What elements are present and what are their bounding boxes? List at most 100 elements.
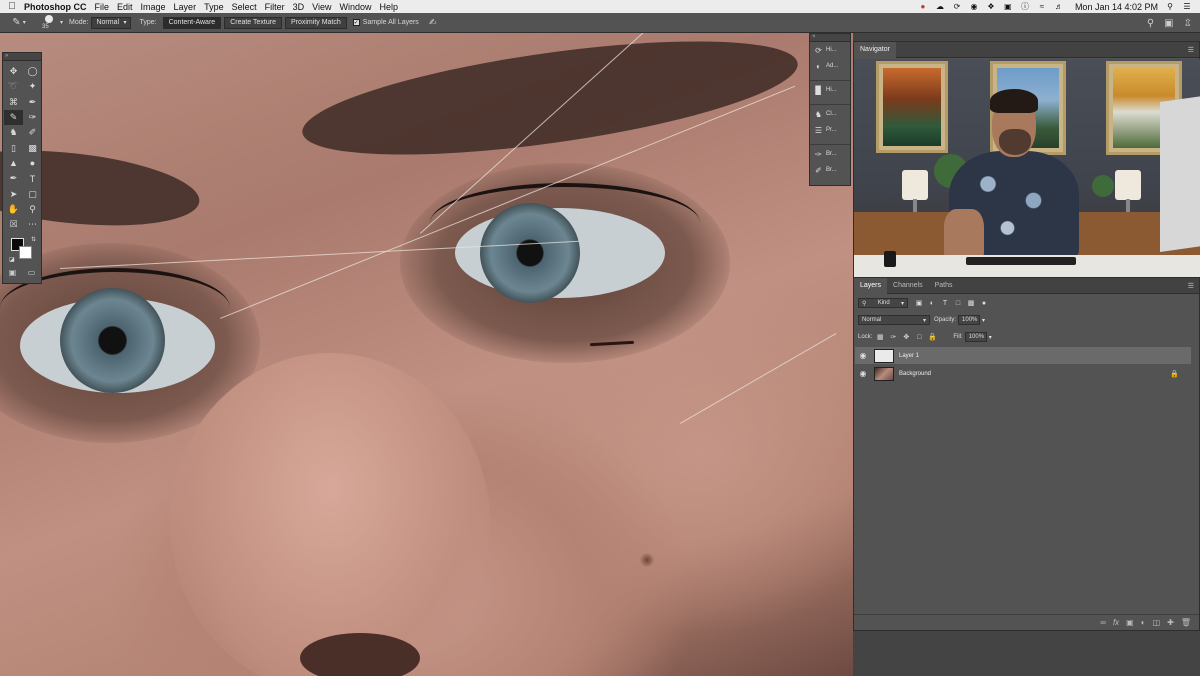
eyedropper-tool-icon[interactable]: ✒ — [23, 95, 42, 110]
menu-window[interactable]: Window — [339, 2, 371, 12]
background-color[interactable] — [19, 246, 32, 260]
pressure-size-icon[interactable]: ✍ — [429, 17, 437, 28]
dropbox-icon[interactable]: ❖ — [986, 2, 996, 11]
default-colors-icon[interactable]: ◪ — [9, 256, 15, 263]
fill-input[interactable]: 100% — [964, 332, 987, 342]
dock-brush-settings[interactable]: ✑ Br... — [810, 146, 850, 162]
lock-transparent-icon[interactable]: ▦ — [875, 332, 885, 342]
history-brush-tool-icon[interactable]: ✐ — [23, 125, 42, 140]
screen-mode-icon[interactable]: ▭ — [28, 268, 36, 277]
layer-mask-icon[interactable]: ▣ — [1126, 618, 1134, 627]
filter-smart-object-icon[interactable]: ▩ — [966, 298, 976, 308]
share-icon[interactable]: ⇫ — [1184, 18, 1192, 29]
chevron-down-icon[interactable]: ▾ — [982, 317, 985, 324]
menu-edit[interactable]: Edit — [117, 2, 133, 12]
apple-icon[interactable]:  — [0, 1, 24, 12]
lasso-tool-icon[interactable]: ➰ — [4, 79, 23, 94]
screen-icon[interactable]: ▣ — [1003, 2, 1013, 11]
crop-tool-icon[interactable]: ⌘ — [4, 95, 23, 110]
tab-channels[interactable]: Channels — [887, 278, 929, 294]
filter-type-icon[interactable]: T — [940, 298, 950, 308]
spotlight-icon[interactable]: ⚲ — [1165, 2, 1175, 11]
type-tool-icon[interactable]: T — [23, 171, 42, 186]
visibility-eye-icon[interactable]: ◉ — [855, 369, 871, 378]
tool-preset-picker[interactable]: ✎ ▾ — [4, 15, 34, 31]
filter-shape-icon[interactable]: □ — [953, 298, 963, 308]
dock-histogram[interactable]: ▉ Hi... — [810, 82, 850, 98]
dock-properties[interactable]: ☰ Pr... — [810, 122, 850, 138]
brush-tool-icon[interactable]: ✑ — [23, 110, 42, 125]
workspace-icon[interactable]: ▣ — [1164, 18, 1173, 29]
notification-center-icon[interactable]: ☰ — [1182, 2, 1192, 11]
more-tools-icon[interactable]: ⋯ — [23, 217, 42, 232]
filter-pixel-icon[interactable]: ▣ — [914, 298, 924, 308]
lock-icon[interactable]: 🔒 — [1170, 370, 1179, 378]
dock-adjustments[interactable]: ◐ Ad... — [810, 58, 850, 74]
tab-paths[interactable]: Paths — [929, 278, 959, 294]
quick-mask-icon[interactable]: ▣ — [9, 268, 17, 277]
mode-dropdown[interactable]: Normal ▾ — [91, 16, 132, 29]
menu-view[interactable]: View — [312, 2, 331, 12]
magic-wand-tool-icon[interactable]: ✦ — [23, 79, 42, 94]
lock-artboard-icon[interactable]: □ — [914, 332, 924, 342]
volume-icon[interactable]: ♬ — [1054, 2, 1064, 11]
fx-icon[interactable]: fx — [1113, 618, 1119, 627]
marquee-tool-icon[interactable]: ◯ — [23, 64, 42, 79]
healing-brush-tool-icon[interactable]: ✎ — [4, 109, 23, 126]
creative-cloud-icon[interactable]: ● — [918, 2, 928, 11]
zoom-tool-icon[interactable]: ⚲ — [23, 202, 42, 217]
content-aware-button[interactable]: Content-Aware — [162, 16, 222, 29]
panel-menu-icon[interactable]: ☰ — [1188, 46, 1194, 54]
app-menu[interactable]: Photoshop CC — [24, 2, 87, 12]
swap-colors-icon[interactable]: ⇅ — [31, 236, 36, 243]
dock-clone-source[interactable]: ♞ Cl... — [810, 106, 850, 122]
frame-tool-icon[interactable]: ☒ — [4, 217, 23, 232]
menu-clock[interactable]: Mon Jan 14 4:02 PM — [1075, 2, 1158, 12]
dock-history[interactable]: ⟳ Hi... — [810, 42, 850, 58]
tools-panel-grip[interactable]: » — [3, 53, 41, 61]
new-group-icon[interactable]: ◫ — [1153, 618, 1161, 627]
info-icon[interactable]: ⓘ — [1020, 2, 1030, 11]
wifi-icon[interactable]: ≈ — [1037, 2, 1047, 11]
sample-all-layers-checkbox[interactable]: ✓ — [352, 19, 360, 26]
move-tool-icon[interactable]: ✥ — [4, 64, 23, 79]
new-layer-icon[interactable]: ✚ — [1167, 618, 1174, 627]
cloud-icon[interactable]: ☁ — [935, 2, 945, 11]
document-canvas[interactable] — [0, 33, 853, 676]
panel-menu-icon[interactable]: ☰ — [1188, 282, 1194, 290]
filter-adjustment-icon[interactable]: ◐ — [927, 298, 937, 308]
hand-tool-icon[interactable]: ✋ — [4, 202, 23, 217]
menu-layer[interactable]: Layer — [174, 2, 197, 12]
filter-toggle-icon[interactable]: ● — [979, 298, 989, 308]
link-layers-icon[interactable]: ∞ — [1100, 618, 1106, 627]
dodge-tool-icon[interactable]: ● — [23, 156, 42, 171]
create-texture-button[interactable]: Create Texture — [224, 16, 282, 29]
path-selection-tool-icon[interactable]: ➤ — [4, 186, 23, 201]
proximity-match-button[interactable]: Proximity Match — [284, 16, 347, 29]
lock-all-icon[interactable]: 🔒 — [927, 332, 937, 342]
menu-help[interactable]: Help — [379, 2, 398, 12]
brush-picker[interactable]: 35 — [38, 14, 60, 32]
gradient-tool-icon[interactable]: ▩ — [23, 140, 42, 155]
filter-kind-dropdown[interactable]: ⚲ Kind ▾ — [858, 298, 908, 308]
sync-icon[interactable]: ⟳ — [952, 2, 962, 11]
clone-stamp-tool-icon[interactable]: ♞ — [4, 125, 23, 140]
blur-tool-icon[interactable]: ▲ — [4, 156, 23, 171]
tab-layers[interactable]: Layers — [854, 277, 888, 294]
menu-type[interactable]: Type — [204, 2, 224, 12]
chevron-down-icon[interactable]: ▾ — [989, 334, 992, 341]
menu-image[interactable]: Image — [141, 2, 166, 12]
shape-tool-icon[interactable]: ▢ — [23, 186, 42, 201]
lock-position-icon[interactable]: ✥ — [901, 332, 911, 342]
dock-brushes[interactable]: ✐ Br... — [810, 162, 850, 178]
dock-grip[interactable]: × — [810, 34, 850, 42]
tab-navigator[interactable]: Navigator — [854, 41, 896, 58]
layer-name[interactable]: Layer 1 — [899, 353, 919, 359]
blend-mode-dropdown[interactable]: Normal ▾ — [858, 315, 930, 325]
menu-3d[interactable]: 3D — [293, 2, 305, 12]
opacity-input[interactable]: 100% — [958, 315, 981, 325]
visibility-eye-icon[interactable]: ◉ — [855, 351, 871, 360]
trash-icon[interactable]: 🗑 — [1181, 618, 1191, 627]
layer-row-background[interactable]: ◉ Background 🔒 — [855, 365, 1191, 382]
record-icon[interactable]: ◉ — [969, 2, 979, 11]
